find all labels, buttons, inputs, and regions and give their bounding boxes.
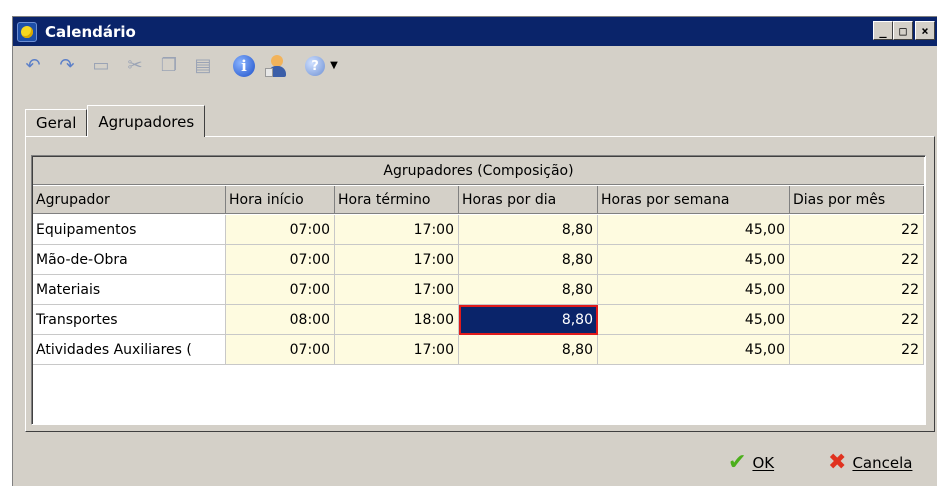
cell-hora-termino[interactable]: 17:00 (335, 275, 459, 305)
cell-agrupador[interactable]: Mão-de-Obra (33, 245, 226, 275)
cell-horas-por-dia[interactable]: 8,80 (459, 245, 598, 275)
cancel-button-label: Cancela (852, 454, 913, 472)
info-icon[interactable]: i (233, 55, 255, 77)
cell-hora-inicio[interactable]: 08:00 (226, 305, 335, 335)
maximize-button[interactable]: □ (893, 21, 913, 40)
window-title: Calendário (45, 22, 136, 41)
check-icon: ✔ (728, 450, 747, 475)
tab-geral[interactable]: Geral (25, 109, 88, 137)
table-row[interactable]: Equipamentos 07:00 17:00 8,80 45,00 22 (33, 215, 924, 245)
cell-hora-inicio[interactable]: 07:00 (226, 275, 335, 305)
cell-hora-termino[interactable]: 17:00 (335, 215, 459, 245)
toolbar: ↶ ↷ ▭ ✂ ❐ ▤ i ? ▼ (13, 47, 937, 85)
paste-icon[interactable]: ▤ (191, 54, 215, 78)
column-header-dias-por-mes[interactable]: Dias por mês (790, 186, 924, 214)
ok-button-label: OK (752, 454, 775, 472)
cell-hora-inicio[interactable]: 07:00 (226, 215, 335, 245)
new-document-icon[interactable]: ▭ (89, 54, 113, 78)
cell-horas-por-semana[interactable]: 45,00 (598, 275, 790, 305)
column-header-agrupador[interactable]: Agrupador (33, 186, 226, 214)
cell-dias-por-mes[interactable]: 22 (790, 275, 924, 305)
window-controls: _ □ × (873, 21, 935, 40)
help-dropdown-icon[interactable]: ▼ (329, 54, 339, 78)
cell-dias-por-mes[interactable]: 22 (790, 215, 924, 245)
table-row[interactable]: Transportes 08:00 18:00 8,80 45,00 22 (33, 305, 924, 335)
user-icon[interactable] (265, 54, 289, 78)
cell-horas-por-dia[interactable]: 8,80 (459, 215, 598, 245)
cell-agrupador[interactable]: Transportes (33, 305, 226, 335)
cell-horas-por-semana[interactable]: 45,00 (598, 335, 790, 365)
table-row[interactable]: Materiais 07:00 17:00 8,80 45,00 22 (33, 275, 924, 305)
cell-agrupador[interactable]: Materiais (33, 275, 226, 305)
undo-icon[interactable]: ↶ (21, 54, 45, 78)
x-icon: ✖ (828, 450, 847, 475)
copy-icon[interactable]: ❐ (157, 54, 181, 78)
cancel-button[interactable]: ✖ Cancela (828, 452, 912, 474)
cell-dias-por-mes[interactable]: 22 (790, 245, 924, 275)
title-bar[interactable]: Calendário _ □ × (13, 17, 937, 46)
table-row[interactable]: Atividades Auxiliares ( 07:00 17:00 8,80… (33, 335, 924, 365)
cell-horas-por-dia[interactable]: 8,80 (459, 275, 598, 305)
agrupadores-grid: Agrupadores (Composição) Agrupador Hora … (31, 155, 926, 425)
help-icon[interactable]: ? (305, 56, 325, 76)
cell-horas-por-semana[interactable]: 45,00 (598, 215, 790, 245)
close-button[interactable]: × (915, 21, 935, 40)
minimize-button[interactable]: _ (873, 21, 893, 40)
cell-horas-por-semana[interactable]: 45,00 (598, 245, 790, 275)
dialog-footer: ✔ OK ✖ Cancela (13, 442, 937, 486)
column-header-horas-por-semana[interactable]: Horas por semana (598, 186, 790, 214)
cell-agrupador[interactable]: Atividades Auxiliares ( (33, 335, 226, 365)
cell-hora-termino[interactable]: 17:00 (335, 335, 459, 365)
redo-icon[interactable]: ↷ (55, 54, 79, 78)
cell-dias-por-mes[interactable]: 22 (790, 335, 924, 365)
cell-hora-inicio[interactable]: 07:00 (226, 245, 335, 275)
grid-group-header: Agrupadores (Composição) (33, 157, 924, 185)
grid-column-headers: Agrupador Hora início Hora término Horas… (33, 186, 924, 214)
cell-dias-por-mes[interactable]: 22 (790, 305, 924, 335)
app-icon (17, 21, 37, 42)
column-header-hora-inicio[interactable]: Hora início (226, 186, 335, 214)
cell-horas-por-semana[interactable]: 45,00 (598, 305, 790, 335)
cell-hora-termino[interactable]: 17:00 (335, 245, 459, 275)
column-header-hora-termino[interactable]: Hora término (335, 186, 459, 214)
column-header-horas-por-dia[interactable]: Horas por dia (459, 186, 598, 214)
cut-icon[interactable]: ✂ (123, 54, 147, 78)
tab-strip: Geral Agrupadores (25, 105, 206, 137)
table-row[interactable]: Mão-de-Obra 07:00 17:00 8,80 45,00 22 (33, 245, 924, 275)
ok-button[interactable]: ✔ OK (728, 452, 774, 474)
cell-agrupador[interactable]: Equipamentos (33, 215, 226, 245)
grid-rows: Equipamentos 07:00 17:00 8,80 45,00 22 M… (33, 215, 924, 365)
tab-agrupadores[interactable]: Agrupadores (87, 105, 206, 137)
calendario-window: Calendário _ □ × ↶ ↷ ▭ ✂ ❐ ▤ i ? ▼ Geral… (12, 16, 937, 486)
cell-hora-inicio[interactable]: 07:00 (226, 335, 335, 365)
cell-hora-termino[interactable]: 18:00 (335, 305, 459, 335)
cell-horas-por-dia[interactable]: 8,80 (459, 335, 598, 365)
cell-horas-por-dia-selected[interactable]: 8,80 (459, 305, 598, 335)
